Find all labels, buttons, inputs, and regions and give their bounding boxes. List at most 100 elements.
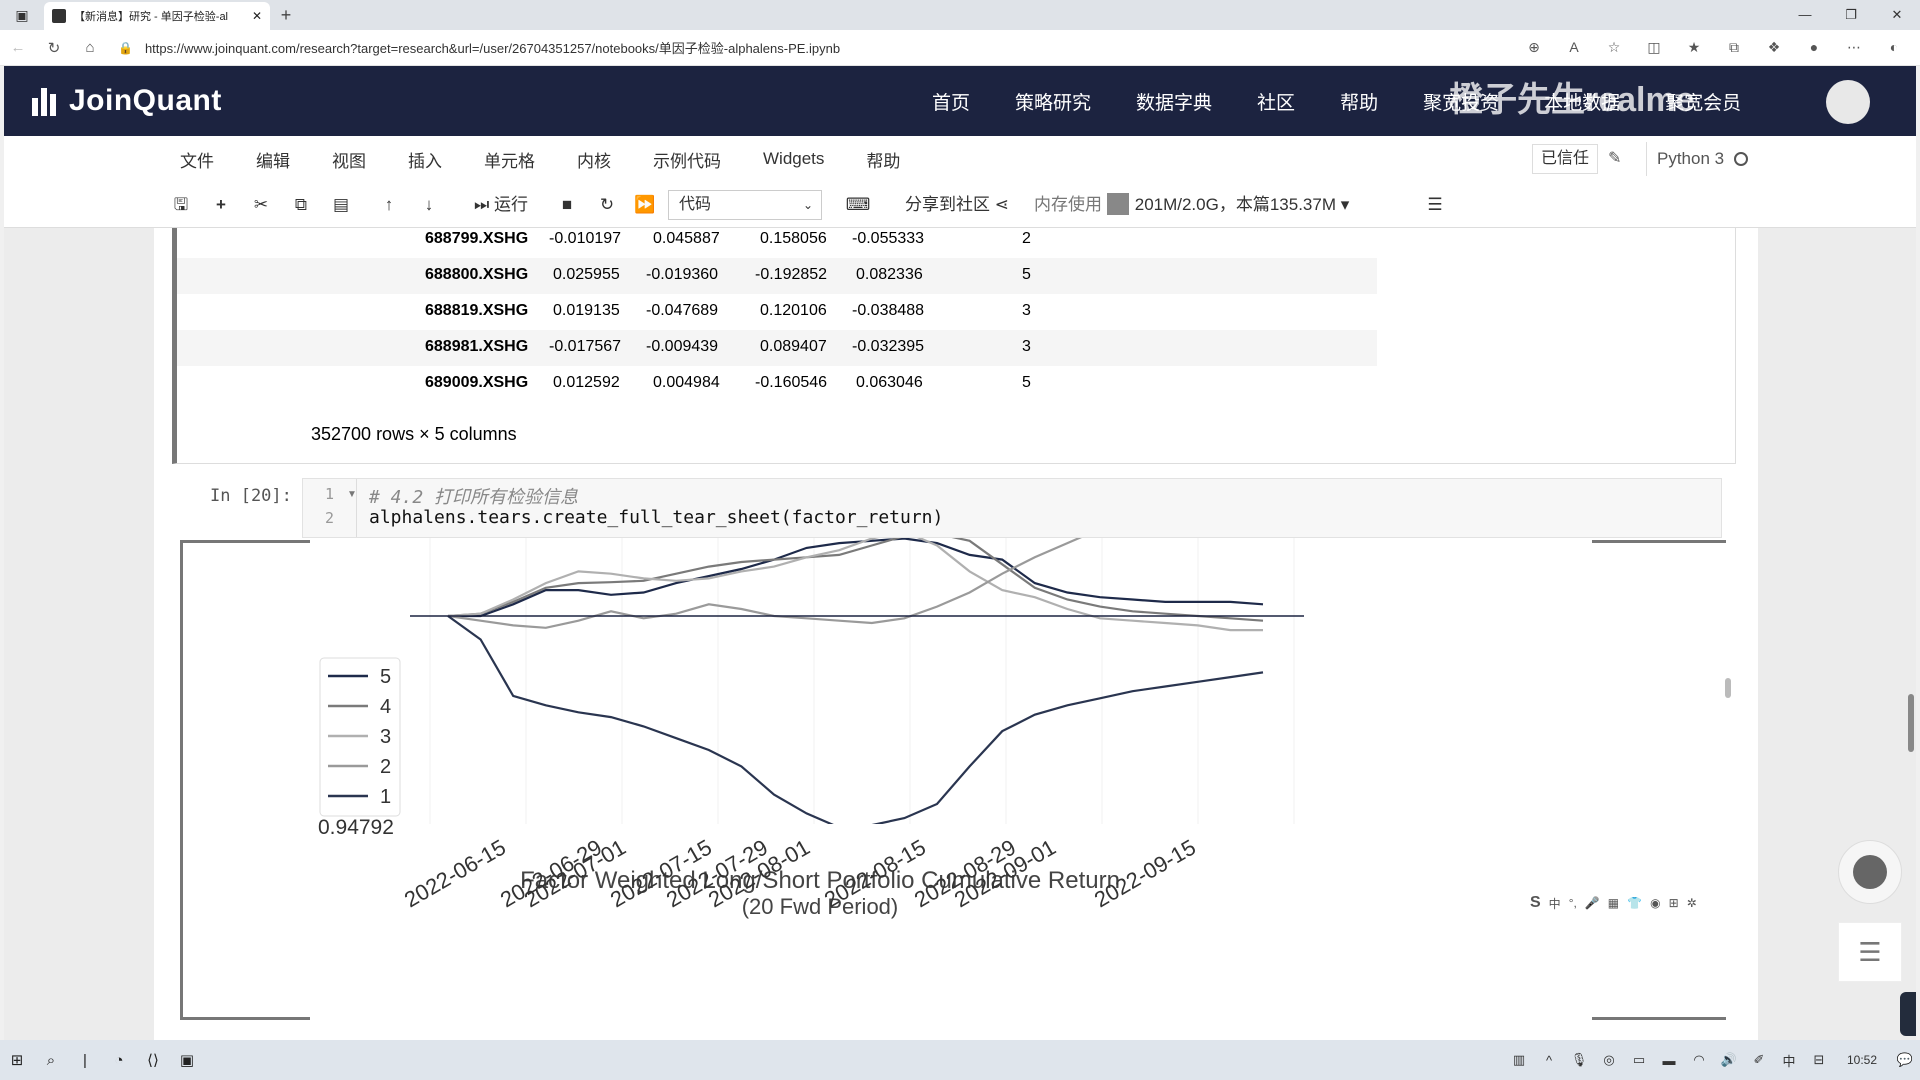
paste-icon[interactable]: ▤ [326, 190, 356, 220]
minimize-icon[interactable]: — [1782, 0, 1828, 30]
sidebar-icon[interactable]: ◐ [1874, 39, 1914, 56]
ime-lang-icon[interactable]: 中 [1549, 895, 1561, 912]
tray-display-icon[interactable]: ▭ [1624, 1052, 1654, 1068]
site-logo[interactable]: JoinQuant [32, 84, 222, 118]
run-button[interactable]: ⏭ 运行 [456, 190, 546, 220]
tray-chevron-icon[interactable]: ^ [1534, 1053, 1564, 1068]
add-cell-icon[interactable]: + [206, 190, 236, 220]
memory-value: 201M/2.0G，本篇135.37M [1134, 195, 1336, 214]
nav-help[interactable]: 帮助 [1340, 88, 1378, 115]
menu-widgets[interactable]: Widgets [763, 149, 824, 169]
favorites-icon[interactable]: ★ [1674, 39, 1714, 56]
tray-app-icon[interactable]: ▥ [1504, 1052, 1534, 1068]
logo-text: JoinQuant [69, 84, 222, 117]
home-icon[interactable]: ⌂ [72, 39, 108, 56]
edit-pencil-icon[interactable]: ✎ [1608, 148, 1621, 168]
cell-value: 0.045887 [653, 230, 720, 247]
scrollbar-thumb[interactable] [1908, 694, 1914, 752]
menu-kernel[interactable]: 内核 [577, 147, 611, 172]
window-menu-icon[interactable]: ▣ [0, 7, 44, 24]
nav-strategy[interactable]: 策略研究 [1015, 88, 1091, 115]
cell-value: -0.192852 [755, 266, 828, 283]
page-scrollbar[interactable] [1904, 228, 1916, 1040]
profile-icon[interactable]: ● [1794, 39, 1834, 56]
stop-icon[interactable]: ■ [552, 190, 582, 220]
wifi-icon[interactable]: ◠ [1684, 1052, 1714, 1068]
cell-value: 0.120106 [760, 302, 827, 319]
collections-icon[interactable]: ⧉ [1714, 39, 1754, 56]
menu-file[interactable]: 文件 [180, 147, 214, 172]
ime-skin-icon[interactable]: 👕 [1627, 896, 1642, 910]
memory-dropdown-icon[interactable]: ▾ [1341, 195, 1350, 214]
outline-list-button[interactable]: ☰ [1838, 922, 1902, 982]
volume-icon[interactable]: 🔊 [1714, 1052, 1744, 1068]
cut-icon[interactable]: ✂ [246, 190, 276, 220]
trusted-badge[interactable]: 已信任 [1532, 144, 1599, 174]
nav-home[interactable]: 首页 [932, 88, 970, 115]
plot-output: 54321Log Cumulative Returns0.94792Factor… [180, 502, 1731, 1040]
reload-icon[interactable]: ↻ [36, 39, 72, 57]
app-icon[interactable]: ▣ [170, 1051, 204, 1069]
plot-scroll-handle[interactable] [1725, 678, 1731, 698]
split-screen-icon[interactable]: ◫ [1634, 39, 1674, 56]
tab-close-icon[interactable]: ✕ [252, 9, 262, 23]
save-icon[interactable]: 🖫 [166, 190, 196, 220]
vscode-icon[interactable]: ⟨⟩ [136, 1051, 170, 1069]
ime-tray-icon[interactable]: 中 [1774, 1051, 1804, 1070]
zoom-icon[interactable]: ⊕ [1514, 39, 1554, 56]
support-assistant-button[interactable] [1838, 840, 1902, 904]
menu-examples[interactable]: 示例代码 [653, 147, 721, 172]
favorite-star-icon[interactable]: ☆ [1594, 39, 1634, 56]
edge-browser-icon[interactable]: ◔ [102, 1052, 136, 1069]
move-down-icon[interactable]: ↓ [414, 190, 444, 220]
browser-tab-active[interactable]: 【新消息】研究 - 单因子检验-al ✕ [44, 2, 270, 30]
ime-settings-icon[interactable]: ✲ [1687, 896, 1697, 910]
notebook-page: 688799.XSHG -0.010197 0.045887 0.158056 … [154, 228, 1758, 1040]
menu-view[interactable]: 视图 [332, 147, 366, 172]
extensions-icon[interactable]: ❖ [1754, 39, 1794, 56]
ime-punct-icon[interactable]: °, [1569, 896, 1577, 910]
menu-edit[interactable]: 编辑 [256, 147, 290, 172]
cell-type-select[interactable]: 代码 ⌄ [668, 190, 822, 220]
notification-icon[interactable]: 💬 [1890, 1052, 1920, 1068]
fold-arrow-icon[interactable]: ▼ [347, 489, 357, 500]
restart-icon[interactable]: ↻ [592, 190, 622, 220]
clock[interactable]: 10:52 [1834, 1053, 1890, 1067]
keyboard-icon[interactable]: ⌨ [840, 190, 876, 220]
row-index: 688819.XSHG [425, 302, 529, 319]
share-community-button[interactable]: 分享到社区 ⋖ [892, 190, 1022, 220]
restart-run-all-icon[interactable]: ⏩ [630, 190, 660, 220]
move-up-icon[interactable]: ↑ [374, 190, 404, 220]
restore-icon[interactable]: ❐ [1828, 0, 1874, 30]
ime-apps-icon[interactable]: ⊞ [1669, 896, 1679, 910]
new-tab-icon[interactable]: + [270, 5, 302, 26]
battery-icon[interactable]: ▬ [1654, 1053, 1684, 1068]
toc-list-icon[interactable]: ☰ [1420, 190, 1450, 220]
back-icon[interactable]: ← [0, 39, 36, 56]
more-icon[interactable]: ⋯ [1834, 39, 1874, 56]
close-window-icon[interactable]: ✕ [1874, 0, 1920, 30]
mic-icon[interactable]: 🎙 [1564, 1052, 1594, 1068]
read-aloud-icon[interactable]: A [1554, 39, 1594, 56]
tray-sync-icon[interactable]: ◎ [1594, 1052, 1624, 1068]
ime-logo-icon[interactable]: S [1530, 894, 1541, 912]
side-panel-tab[interactable] [1900, 992, 1916, 1036]
nav-data-dict[interactable]: 数据字典 [1136, 88, 1212, 115]
url-field[interactable]: 🔒 https://www.joinquant.com/research?tar… [118, 35, 1514, 61]
copy-icon[interactable]: ⧉ [286, 190, 316, 220]
pen-icon[interactable]: ✐ [1744, 1052, 1774, 1068]
start-icon[interactable]: ⊞ [0, 1051, 34, 1069]
search-icon[interactable]: ⌕ [34, 1052, 68, 1069]
menu-help[interactable]: 帮助 [866, 147, 900, 172]
user-avatar[interactable] [1826, 80, 1870, 124]
ime-keyboard-icon[interactable]: ▦ [1608, 896, 1619, 910]
code-editor[interactable]: 1 ▼ 2 # 4.2 打印所有检验信息 alphalens.tears.cre… [302, 478, 1722, 538]
ime-eye-icon[interactable]: ◉ [1650, 896, 1660, 910]
menu-insert[interactable]: 插入 [408, 147, 442, 172]
ime-mic-icon[interactable]: 🎤 [1585, 896, 1600, 910]
code-cell[interactable]: In [20]: 1 ▼ 2 # 4.2 打印所有检验信息 alphalens.… [154, 474, 1724, 538]
notebook-menu-bar: 文件 编辑 视图 插入 单元格 内核 示例代码 Widgets 帮助 已信任 ✎… [4, 136, 1916, 182]
storage-icon[interactable]: ⊟ [1804, 1052, 1834, 1068]
menu-cell[interactable]: 单元格 [484, 147, 535, 172]
nav-community[interactable]: 社区 [1257, 88, 1295, 115]
